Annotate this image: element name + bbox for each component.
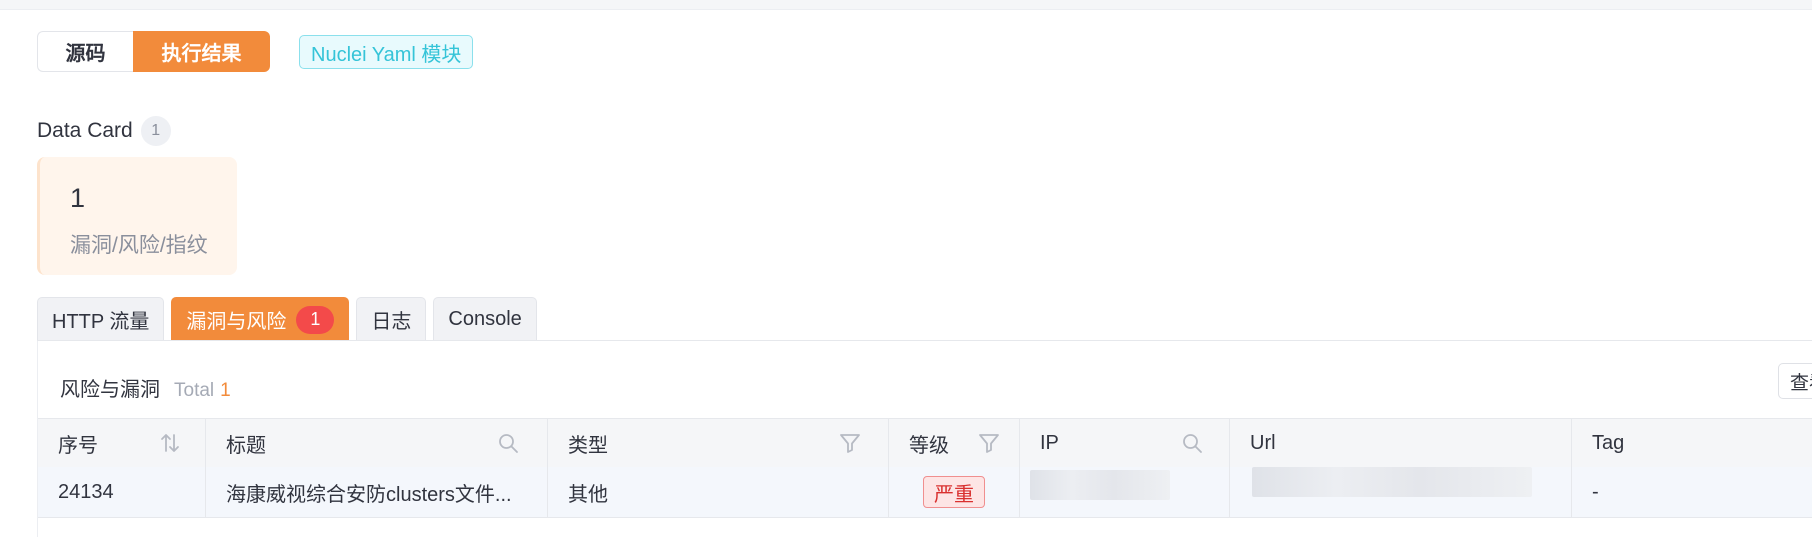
result-toggle-button[interactable]: 执行结果 [133,31,270,72]
cell-level: 严重 [889,467,1020,517]
tab-console[interactable]: Console [433,297,537,341]
cell-type: 其他 [548,467,889,517]
tab-count-badge: 1 [296,305,335,334]
view-toggle[interactable]: 源码 执行结果 [37,31,270,72]
filter-icon[interactable] [977,431,1001,455]
redacted-ip [1030,470,1170,500]
view-more-button[interactable]: 查看 [1778,363,1812,399]
module-tag: Nuclei Yaml 模块 [299,35,474,69]
tab-http-traffic[interactable]: HTTP 流量 [37,297,165,341]
table-head: 序号 标题 类型 等级 IP Url Tag [38,418,1812,468]
stat-card-value: 1 [70,183,86,213]
tab-logs[interactable]: 日志 [356,297,427,341]
column-header-url: Url [1230,419,1572,467]
tab-vulns-risks[interactable]: 漏洞与风险 1 [171,297,350,341]
total-label: Total [174,380,215,401]
cell-id: 24134 [38,467,206,517]
data-card-count: 1 [140,116,171,146]
table-title: 风险与漏洞 [60,379,160,401]
column-header-type: 类型 [548,419,889,467]
tab-label: 漏洞与风险 [186,311,287,333]
cell-url [1230,467,1572,517]
table-row[interactable]: 24134 海康威视综合安防clusters文件... 其他 严重 - [38,467,1812,518]
tab-bar: HTTP 流量 漏洞与风险 1 日志 Console [37,297,537,341]
filter-icon[interactable] [838,431,862,455]
search-icon[interactable] [1180,431,1204,455]
tab-label: Console [448,308,522,330]
total-count: 1 [220,380,231,401]
redacted-url [1252,467,1532,497]
risk-table-panel: 风险与漏洞 Total 1 查看 序号 标题 类型 等级 [37,341,1812,537]
column-header-ip: IP [1020,419,1230,467]
tab-label: 日志 [371,311,412,333]
data-card-header: Data Card 1 [37,116,171,146]
sort-icon[interactable] [158,431,182,455]
stat-card: 1 漏洞/风险/指纹 [37,157,237,275]
search-icon[interactable] [496,431,520,455]
cell-ip [1020,467,1230,517]
column-header-title: 标题 [206,419,548,467]
column-header-tag: Tag [1592,431,1625,454]
cell-tag: - [1592,480,1599,503]
data-card-title: Data Card [37,119,133,142]
source-toggle-button[interactable]: 源码 [37,31,133,72]
column-header-id: 序号 [38,419,206,467]
table-header: 风险与漏洞 Total 1 [60,373,231,402]
tab-label: HTTP 流量 [52,311,150,333]
top-border [0,0,1812,10]
stat-card-label: 漏洞/风险/指纹 [70,234,208,257]
cell-title[interactable]: 海康威视综合安防clusters文件... [206,467,548,517]
severity-badge: 严重 [923,476,985,508]
column-header-level: 等级 [889,419,1020,467]
